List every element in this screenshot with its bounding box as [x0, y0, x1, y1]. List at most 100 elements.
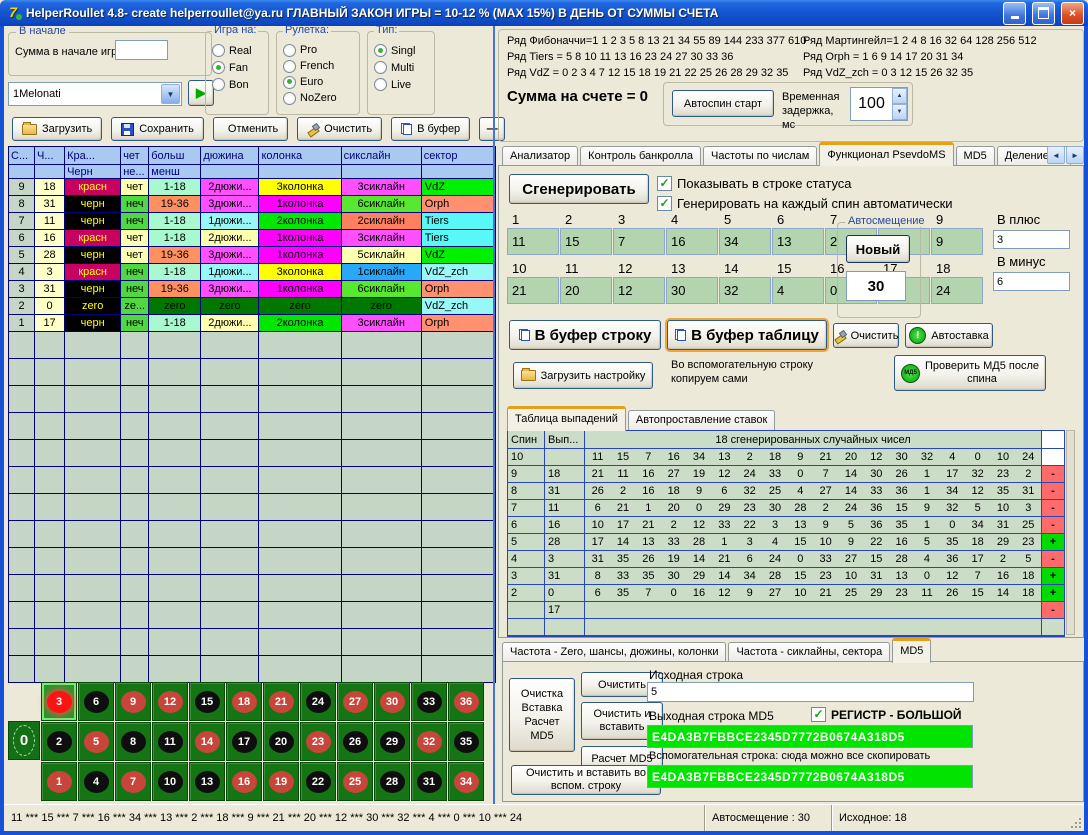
copy-row-button[interactable]: В буфер строку	[509, 320, 661, 350]
board-cell-30[interactable]: 30	[374, 682, 410, 721]
board-cell-35[interactable]: 35	[448, 722, 484, 761]
radio-label: NoZero	[300, 92, 337, 104]
board-cell-14[interactable]: 14	[189, 722, 225, 761]
minimize-button[interactable]	[1003, 2, 1026, 25]
tab-spins-0[interactable]: Таблица выпадений	[507, 406, 626, 431]
scroll-right-icon[interactable]: ►	[1066, 146, 1084, 164]
history-cell: 6сиклайн	[341, 281, 421, 298]
preset-combobox[interactable]: 1Melonati ▼	[8, 82, 182, 106]
radio-option-singl[interactable]: Singl	[374, 42, 434, 59]
board-cell-10[interactable]: 10	[152, 762, 188, 801]
scroll-left-icon[interactable]: ◄	[1047, 146, 1065, 164]
spinner-up-icon[interactable]: ▲	[892, 88, 907, 104]
start-sum-input[interactable]	[115, 40, 168, 60]
tab-spins-1[interactable]: Автопроставление ставок	[628, 410, 775, 430]
autobet-button[interactable]: ! Автоставка	[905, 323, 993, 348]
board-cell-34[interactable]: 34	[448, 762, 484, 801]
radio-option-euro[interactable]: Euro	[283, 74, 359, 90]
check-md5-button[interactable]: МД5 Проверить МД5 после спина	[894, 355, 1046, 391]
toolbar-copy-icon-button[interactable]: В буфер	[391, 117, 470, 141]
md5-clear-insert-aux-button[interactable]: Очистить и вставить во вспом. строку	[511, 765, 661, 795]
history-empty-cell	[35, 332, 65, 359]
board-cell-32[interactable]: 32	[411, 722, 447, 761]
toolbar-folder-open-icon-button[interactable]: Загрузить	[12, 117, 102, 141]
show-status-checkbox[interactable]: ✓ Показывать в строке статуса	[657, 176, 852, 191]
tab-main-2[interactable]: Частоты по числам	[703, 146, 817, 166]
board-cell-28[interactable]: 28	[374, 762, 410, 801]
board-cell-21[interactable]: 21	[263, 682, 299, 721]
tab-freq-1[interactable]: Частота - сиклайны, сектора	[728, 642, 890, 662]
board-cell-20[interactable]: 20	[263, 722, 299, 761]
board-cell-17[interactable]: 17	[226, 722, 262, 761]
board-cell-5[interactable]: 5	[78, 722, 114, 761]
spins-bet-cell: 16	[545, 517, 585, 534]
board-cell-31[interactable]: 31	[411, 762, 447, 801]
board-cell-8[interactable]: 8	[115, 722, 151, 761]
board-cell-33[interactable]: 33	[411, 682, 447, 721]
source-string-input[interactable]	[647, 682, 974, 702]
board-cell-2[interactable]: 2	[41, 722, 77, 761]
resize-grip[interactable]	[1070, 817, 1082, 829]
tab-main-1[interactable]: Контроль банкролла	[580, 146, 701, 166]
board-cell-7[interactable]: 7	[115, 762, 151, 801]
load-settings-button[interactable]: Загрузить настройку	[513, 362, 653, 389]
board-cell-3[interactable]: 3	[41, 682, 77, 721]
radio-option-real[interactable]: Real	[212, 42, 268, 59]
board-cell-6[interactable]: 6	[78, 682, 114, 721]
tab-main-4[interactable]: MD5	[956, 146, 995, 166]
tab-main-0[interactable]: Анализатор	[502, 146, 578, 166]
radio-option-fan[interactable]: Fan	[212, 59, 268, 76]
board-cell-0[interactable]: 0	[8, 721, 40, 760]
board-cell-19[interactable]: 19	[263, 762, 299, 801]
board-cell-11[interactable]: 11	[152, 722, 188, 761]
board-cell-27[interactable]: 27	[337, 682, 373, 721]
copy-table-button[interactable]: В буфер таблицу	[667, 320, 827, 350]
autogenerate-checkbox[interactable]: ✓ Генерировать на каждый спин автоматиче…	[657, 196, 953, 211]
tab-freq-0[interactable]: Частота - Zero, шансы, дюжины, колонки	[502, 642, 726, 662]
new-button[interactable]: Новый	[846, 235, 910, 263]
tab-main-3[interactable]: Функционал PsevdoMS	[819, 142, 953, 166]
spinner-down-icon[interactable]: ▼	[892, 104, 907, 120]
chevron-down-icon[interactable]: ▼	[161, 84, 180, 104]
minus-input[interactable]	[993, 272, 1070, 291]
board-cell-29[interactable]: 29	[374, 722, 410, 761]
board-cell-15[interactable]: 15	[189, 682, 225, 721]
board-cell-24[interactable]: 24	[300, 682, 336, 721]
clear-button[interactable]: Очистить	[833, 323, 899, 348]
board-cell-22[interactable]: 22	[300, 762, 336, 801]
toolbar-brush-icon-button[interactable]: Очистить	[297, 117, 382, 141]
radio-option-bon[interactable]: Bon	[212, 76, 268, 93]
maximize-button[interactable]	[1032, 2, 1055, 25]
md5-all-in-one-button[interactable]: Очистка Вставка Расчет MD5	[509, 678, 575, 752]
spins-number: 25	[838, 587, 863, 599]
board-cell-26[interactable]: 26	[337, 722, 373, 761]
board-cell-16[interactable]: 16	[226, 762, 262, 801]
board-cell-23[interactable]: 23	[300, 722, 336, 761]
spins-scrollbar[interactable]	[1066, 430, 1075, 635]
board-cell-9[interactable]: 9	[115, 682, 151, 721]
board-cell-1[interactable]: 1	[41, 762, 77, 801]
board-cell-4[interactable]: 4	[78, 762, 114, 801]
board-cell-25[interactable]: 25	[337, 762, 373, 801]
autoshift-value[interactable]: 30	[846, 271, 906, 301]
radio-option-multi[interactable]: Multi	[374, 59, 434, 76]
board-cell-12[interactable]: 12	[152, 682, 188, 721]
generate-button[interactable]: Сгенерировать	[509, 174, 649, 204]
plus-input[interactable]	[993, 230, 1070, 249]
radio-option-french[interactable]: French	[283, 58, 359, 74]
md5-aux-field[interactable]: E4DA3B7FBBCE2345D7772B0674A318D5	[647, 765, 973, 788]
radio-option-live[interactable]: Live	[374, 76, 434, 93]
board-cell-13[interactable]: 13	[189, 762, 225, 801]
toolbar-undo-icon-button[interactable]: Отменить	[213, 117, 288, 141]
close-button[interactable]: ×	[1061, 2, 1084, 25]
tab-freq-2[interactable]: MD5	[892, 638, 931, 663]
radio-option-pro[interactable]: Pro	[283, 42, 359, 58]
radio-option-nozero[interactable]: NoZero	[283, 90, 359, 106]
autospin-start-button[interactable]: Автоспин старт	[672, 90, 774, 117]
board-cell-36[interactable]: 36	[448, 682, 484, 721]
uppercase-checkbox[interactable]: ✓ РЕГИСТР - БОЛЬШОЙ	[811, 707, 962, 722]
history-empty-row	[9, 332, 496, 359]
toolbar-save-disk-icon-button[interactable]: Сохранить	[111, 117, 204, 141]
board-cell-18[interactable]: 18	[226, 682, 262, 721]
delay-spinner[interactable]: 100 ▲ ▼	[850, 87, 908, 121]
